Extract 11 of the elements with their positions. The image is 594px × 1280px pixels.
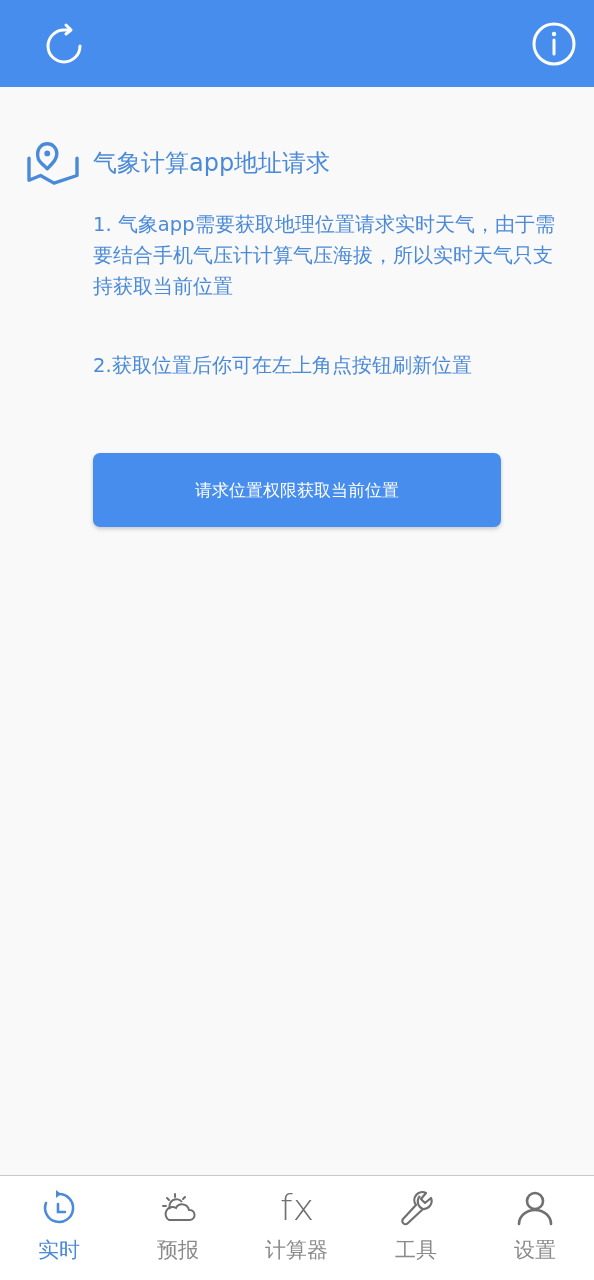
instruction-text: 2.获取位置后你可在左上角点按钮刷新位置 — [93, 353, 473, 379]
instruction-text: 1. 气象app需要获取地理位置请求实时天气，由于需要结合手机气压计计算气压海拔，所以实时天气只支持获取当前位置 — [93, 212, 556, 300]
function-icon: fx — [280, 1188, 314, 1228]
nav-tab[interactable]: 设置 — [475, 1176, 594, 1280]
page-title: 气象计算app地址请求 — [93, 148, 331, 179]
nav-tab[interactable]: 实时 — [0, 1176, 119, 1280]
request-location-button[interactable]: 请求位置权限获取当前位置 — [93, 453, 501, 527]
nav-tab[interactable]: fx 计算器 — [237, 1176, 357, 1280]
map-pin-icon — [26, 139, 80, 187]
nav-tab[interactable]: 预报 — [118, 1176, 238, 1280]
nav-tab[interactable]: 工具 — [356, 1176, 476, 1280]
